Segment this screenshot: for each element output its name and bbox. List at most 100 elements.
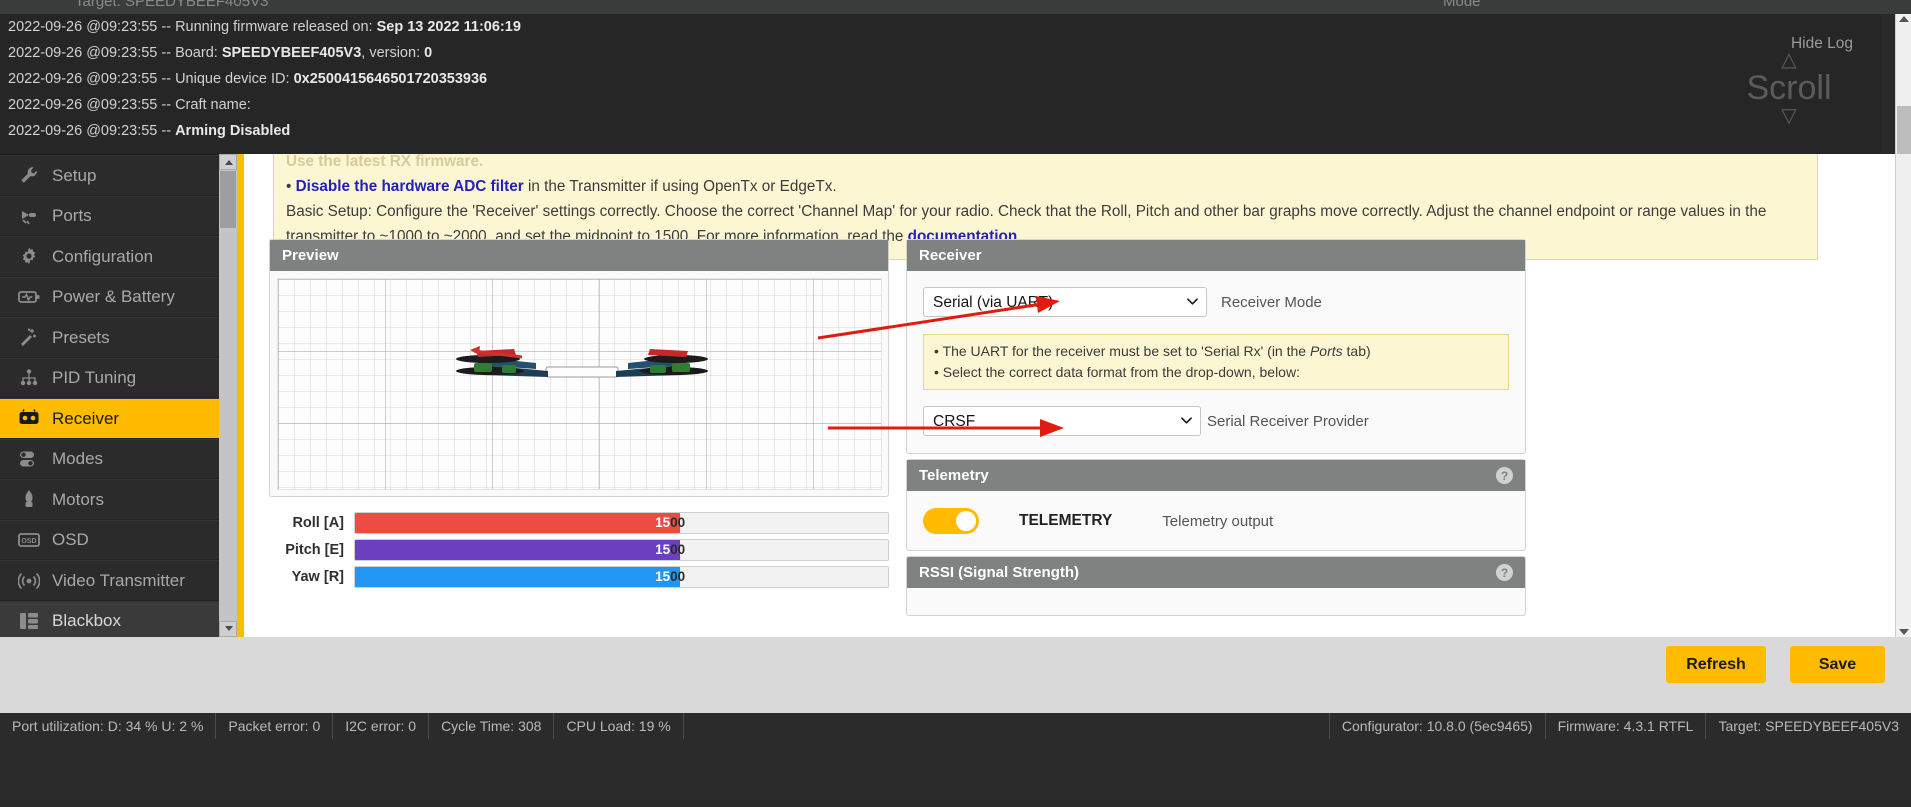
blackbox-icon xyxy=(14,610,44,632)
content-scroll-down-icon[interactable] xyxy=(219,621,237,637)
receiver-settings-panel: Receiver Serial (via UART) Receiver Mode xyxy=(906,239,1526,454)
status-cell: CPU Load: 19 % xyxy=(554,713,684,739)
sidebar-item-label: Presets xyxy=(52,327,110,347)
channel-bar-fill xyxy=(355,512,681,533)
content-scrollbar[interactable] xyxy=(219,154,237,637)
preview-panel: Preview xyxy=(269,239,889,497)
log-line: 2022-09-26 @09:23:55 -- Board: SPEEDYBEE… xyxy=(8,45,433,61)
channel-bar-fill xyxy=(355,566,681,587)
notice-para-1: Basic Setup: Configure the 'Receiver' se… xyxy=(286,203,1495,220)
adc-filter-rest: in the Transmitter if using OpenTx or Ed… xyxy=(523,178,837,195)
accent-rail xyxy=(237,154,244,637)
sidebar-item-video-transmitter[interactable]: Video Transmitter xyxy=(0,560,219,601)
receiver-mode-row: Serial (via UART) Receiver Mode xyxy=(923,287,1509,317)
help-icon[interactable]: ? xyxy=(1496,564,1513,581)
chevron-up-icon[interactable]: △ xyxy=(1729,50,1849,70)
preview-panel-header: Preview xyxy=(270,240,888,271)
quadcopter-model-icon xyxy=(456,346,708,378)
channel-bar-value: 15 00 xyxy=(655,542,686,557)
channel-bars: Roll [A] 15 00 Pitch [E] 15 00 Yaw [R] 15 00 xyxy=(269,509,889,590)
scroll-up-arrow-icon[interactable] xyxy=(1899,16,1909,22)
toggles-icon xyxy=(14,448,44,470)
receiver-mode-select-wrap: Serial (via UART) xyxy=(923,287,1207,317)
status-cell: Packet error: 0 xyxy=(216,713,334,739)
status-bar: Port utilization: D: 34 % U: 2 % Packet e… xyxy=(0,713,1911,807)
receiver-mode-select[interactable]: Serial (via UART) xyxy=(923,287,1207,317)
sidebar-item-label: OSD xyxy=(52,530,89,550)
help-icon[interactable]: ? xyxy=(1496,467,1513,484)
scrollbar-thumb[interactable] xyxy=(1897,106,1911,154)
transmitter-icon xyxy=(14,407,44,429)
telemetry-toggle[interactable] xyxy=(923,508,979,534)
notice-clipped-line: Use the latest RX firmware. xyxy=(286,154,484,170)
uart-note: • The UART for the receiver must be set … xyxy=(923,334,1509,390)
serial-provider-row: CRSF Serial Receiver Provider xyxy=(923,406,1509,436)
ghost-mode-text: Mode xyxy=(1443,0,1481,10)
telemetry-panel-header: Telemetry ? xyxy=(907,460,1525,491)
footer-actions: Refresh Save xyxy=(0,637,1911,711)
channel-bar-value: 15 00 xyxy=(655,569,686,584)
refresh-button[interactable]: Refresh xyxy=(1666,646,1766,683)
channel-bar-label: Yaw [R] xyxy=(291,568,344,585)
serial-receiver-provider-select[interactable]: CRSF xyxy=(923,406,1201,436)
channel-bar-label: Pitch [E] xyxy=(285,541,344,558)
status-cell: I2C error: 0 xyxy=(333,713,430,739)
adc-filter-link[interactable]: Disable the hardware ADC filter xyxy=(296,178,524,195)
ghost-target-text: Target: SPEEDYBEEF405V3 xyxy=(75,0,269,10)
sidebar-item-setup[interactable]: Setup xyxy=(0,155,219,196)
chevron-down-icon[interactable]: ▽ xyxy=(1729,106,1849,126)
channel-bar-row: Pitch [E] 15 00 xyxy=(269,536,889,563)
sidebar-item-configuration[interactable]: Configuration xyxy=(0,236,219,277)
content-scroll-up-icon[interactable] xyxy=(219,154,237,170)
receiver-mode-label: Receiver Mode xyxy=(1221,293,1322,311)
quad-preview-canvas xyxy=(277,278,882,490)
sidebar-item-pid-tuning[interactable]: PID Tuning xyxy=(0,357,219,398)
svg-text:OSD: OSD xyxy=(21,538,36,545)
sidebar-item-presets[interactable]: Presets xyxy=(0,317,219,358)
sidebar-item-modes[interactable]: Modes xyxy=(0,438,219,479)
sidebar-item-receiver[interactable]: Receiver xyxy=(0,398,219,439)
receiver-panel-title: Receiver xyxy=(919,247,982,264)
channel-bar-track: 15 00 xyxy=(354,565,889,588)
log-line: 2022-09-26 @09:23:55 -- Running firmware… xyxy=(8,19,521,35)
sidebar-item-ports[interactable]: Ports xyxy=(0,195,219,236)
rssi-panel: RSSI (Signal Strength) ? xyxy=(906,556,1526,616)
telemetry-row: TELEMETRY Telemetry output xyxy=(907,491,1525,551)
window-scrollbar-top[interactable] xyxy=(1895,14,1911,154)
antenna-icon xyxy=(14,569,44,591)
content-scrollbar-thumb[interactable] xyxy=(220,171,236,228)
status-cell: Target: SPEEDYBEEF405V3 xyxy=(1705,713,1911,739)
serial-provider-select-wrap: CRSF xyxy=(923,406,1201,436)
channel-bar-fill xyxy=(355,539,681,560)
motor-icon xyxy=(14,488,44,510)
toggle-knob xyxy=(956,511,976,531)
sidebar-item-osd[interactable]: OSD OSD xyxy=(0,519,219,560)
status-cell: Cycle Time: 308 xyxy=(429,713,555,739)
hide-log-button[interactable]: Hide Log xyxy=(1791,35,1853,53)
log-scroll-widget[interactable]: △ Scroll ▽ xyxy=(1729,50,1849,126)
save-button[interactable]: Save xyxy=(1790,646,1885,683)
preview-panel-title: Preview xyxy=(282,247,339,264)
sidebar-item-blackbox[interactable]: Blackbox xyxy=(0,600,219,641)
sidebar-item-label: Ports xyxy=(52,206,92,226)
rssi-panel-header: RSSI (Signal Strength) ? xyxy=(907,557,1525,588)
battery-icon xyxy=(14,286,44,308)
window-top-strip: Target: SPEEDYBEEF405V3 Mode xyxy=(0,0,1911,14)
channel-bar-row: Yaw [R] 15 00 xyxy=(269,563,889,590)
log-line: 2022-09-26 @09:23:55 -- Craft name: xyxy=(8,97,251,113)
channel-bar-row: Roll [A] 15 00 xyxy=(269,509,889,536)
telemetry-panel-title: Telemetry xyxy=(919,467,989,484)
uart-note-line-1: • The UART for the receiver must be set … xyxy=(934,341,1498,362)
rssi-panel-title: RSSI (Signal Strength) xyxy=(919,564,1080,581)
receiver-tab-content: Use the latest RX firmware. • Disable th… xyxy=(244,154,1895,637)
receiver-panel-header: Receiver xyxy=(907,240,1525,271)
sidebar-item-power-battery[interactable]: Power & Battery xyxy=(0,276,219,317)
sidebar-item-label: Receiver xyxy=(52,408,120,428)
window-scrollbar-bottom[interactable] xyxy=(1895,154,1911,637)
app-root: Target: SPEEDYBEEF405V3 Mode 2022-09-26 … xyxy=(0,0,1911,807)
sidebar-item-motors[interactable]: Motors xyxy=(0,479,219,520)
receiver-panel-body: Serial (via UART) Receiver Mode • The UA… xyxy=(907,271,1525,448)
status-right-cells: Configurator: 10.8.0 (5ec9465) Firmware: … xyxy=(1328,713,1911,739)
status-cell: Firmware: 4.3.1 RTFL xyxy=(1544,713,1706,739)
scroll-down-arrow-icon[interactable] xyxy=(1899,629,1909,635)
